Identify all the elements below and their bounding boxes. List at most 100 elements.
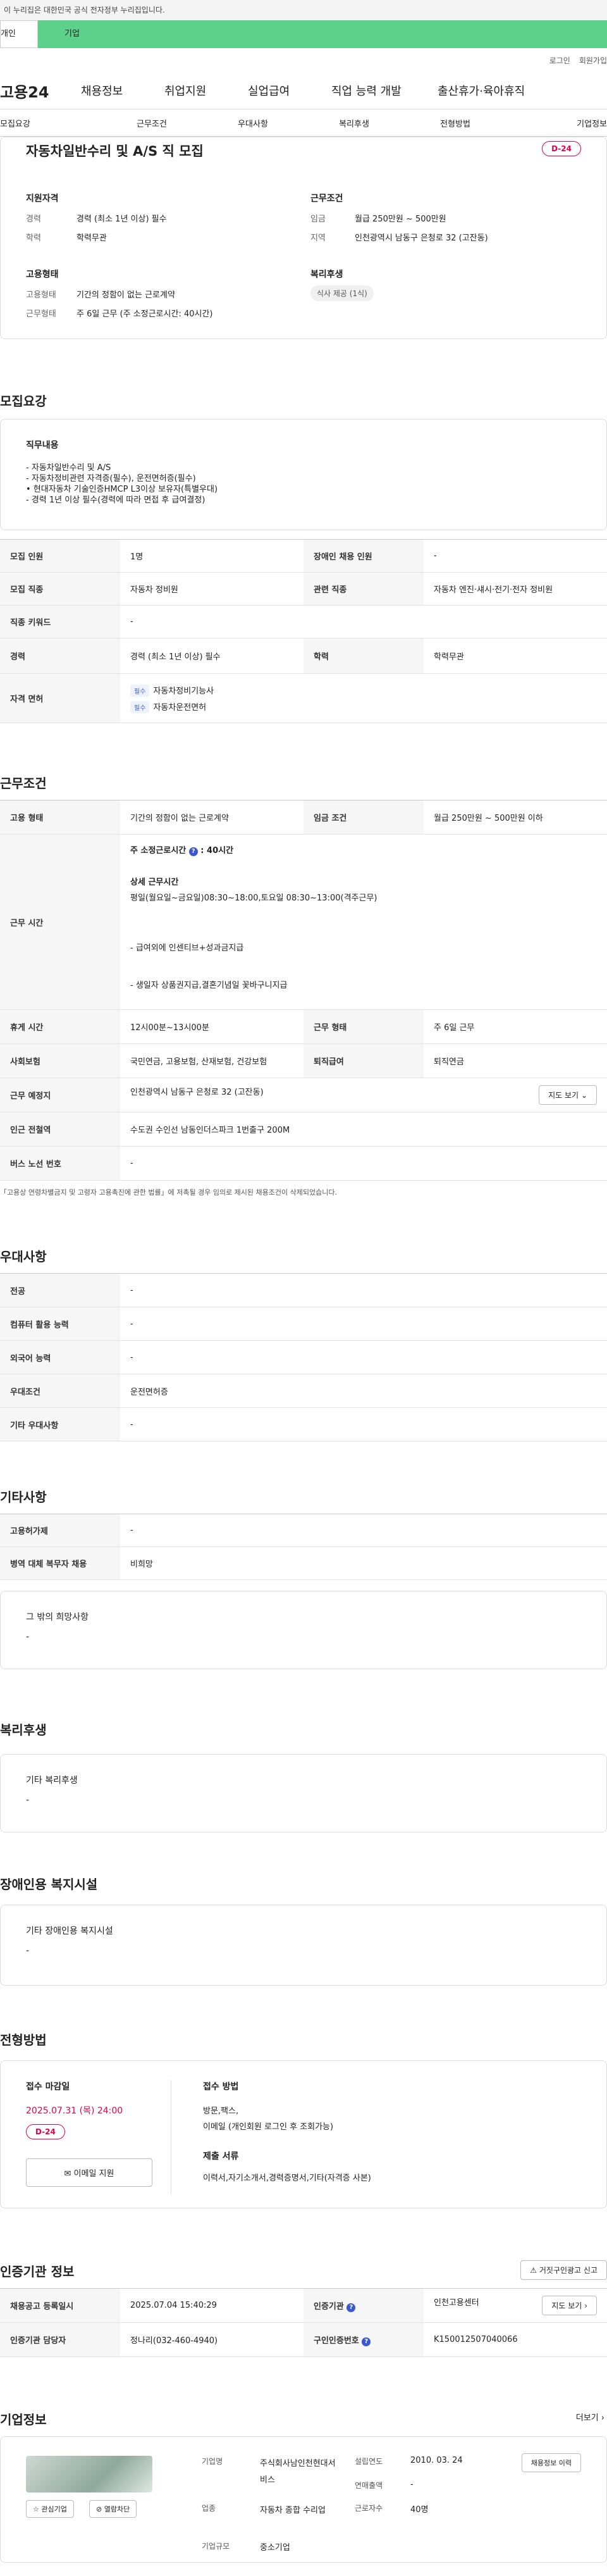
member-tabs: 개인 기업 (0, 20, 607, 48)
pcond-key: 우대조건 (0, 1374, 120, 1408)
ag-key: 인증기관 (314, 2301, 344, 2312)
recruit-title: 모집요강 (0, 394, 47, 409)
block-view-button[interactable]: ⊘ 열람차단 (89, 2500, 137, 2518)
reg-value: 2025.07.04 15:40:29 (120, 2288, 304, 2323)
required-chip: 필수 (130, 684, 150, 697)
docs-value: 이력서,자기소개서,경력증명서,기타(자격증 사본) (203, 2174, 371, 2183)
wage-val: 월급 250만원 ~ 500만원 이하 (424, 800, 607, 835)
career-key: 경력 (0, 638, 120, 674)
fav-company-button[interactable]: ☆ 관심기업 (26, 2500, 74, 2518)
license-item: 자동차운전면허 (153, 702, 207, 712)
ins-key: 사회보험 (0, 1043, 120, 1078)
petc-key: 기타 우대사항 (0, 1407, 120, 1441)
job-value: 자동차 정비원 (120, 572, 304, 606)
est-key: 설립연도 (355, 2457, 383, 2466)
method-line: 방문,팩스, (203, 2106, 239, 2116)
pref-title: 우대사항 (0, 1249, 47, 1264)
extra-line: - 급여외에 인센티브+성과금지급 (130, 943, 244, 953)
permit-key: 고용허가제 (0, 1514, 120, 1547)
wage-value: 월급 250만원 ~ 500만원 (355, 215, 446, 224)
kw-key: 직종 키워드 (0, 605, 120, 638)
emp-count-key: 근로자수 (355, 2504, 383, 2513)
tab-person[interactable]: 개인 (0, 20, 38, 48)
welfare-box: 기타 복리후생 - (0, 1754, 607, 1832)
tab-welfare[interactable]: 복리후생 (304, 117, 405, 129)
mil-value: 비희망 (120, 1546, 607, 1580)
gnb-jobs[interactable]: 채용정보 (81, 82, 164, 99)
apply-dday: D-24 (26, 2124, 65, 2139)
tab-preference[interactable]: 우대사항 (202, 117, 304, 129)
dis-value: - (424, 539, 607, 573)
wage-key: 임금 조건 (304, 800, 424, 835)
edu-label: 학력 (26, 233, 41, 243)
no-value: K150012507040066 (424, 2322, 607, 2357)
dis-key: 장애인 채용 인원 (304, 539, 424, 573)
tab-business[interactable]: 기업 (38, 20, 607, 48)
break-key: 휴게 시간 (0, 1009, 120, 1044)
join-link[interactable]: 회원가입 (579, 55, 607, 66)
agency-map-button[interactable]: 지도 보기 › (542, 2296, 597, 2315)
chevron-down-icon: ⌄ (580, 1091, 587, 1100)
kw-value: - (120, 605, 607, 638)
gnb-training[interactable]: 직업 능력 개발 (331, 82, 438, 99)
help-icon[interactable]: ? (346, 2303, 356, 2312)
petc-value: - (120, 1407, 607, 1441)
welfare-section-title: 복리후생 (0, 1722, 47, 1738)
hours-value: 40시간 (207, 846, 234, 856)
email-apply-button[interactable]: ✉ 이메일 지원 (26, 2158, 152, 2187)
cond-title: 근무조건 (310, 194, 343, 204)
work-table: 고용 형태 기간의 정함이 없는 근로계약 임금 조건 월급 250만원 ~ 500만… (0, 800, 607, 1181)
mgr-key: 인증기관 담당자 (0, 2322, 120, 2357)
worktype-label: 근무형태 (26, 309, 56, 319)
gnb-employment[interactable]: 취업지원 (164, 82, 248, 99)
lang-key: 외국어 능력 (0, 1340, 120, 1374)
deadline-value: 2025.07.31 (목) 24:00 (26, 2106, 123, 2116)
ret-value: 퇴직연금 (424, 1043, 607, 1078)
help-icon[interactable]: ? (362, 2337, 371, 2346)
tab-recruit[interactable]: 모집요강 (0, 117, 101, 129)
ind-key: 업종 (202, 2504, 216, 2513)
emp-title: 고용형태 (26, 270, 59, 280)
facility-value: - (26, 1946, 30, 1956)
company-image (26, 2456, 152, 2492)
map-button[interactable]: 지도 보기 ⌄ (539, 1085, 597, 1105)
tab-company[interactable]: 기업정보 (506, 117, 607, 129)
size-key: 기업규모 (202, 2542, 230, 2551)
tab-conditions[interactable]: 근무조건 (101, 117, 202, 129)
rel-value: 자동차 엔진·섀시·전기·전자 정비원 (424, 572, 607, 606)
reg-key: 채용공고 등록일시 (0, 2288, 120, 2323)
deadline-title: 접수 마감일 (26, 2082, 70, 2092)
hours-key: 근무 시간 (0, 834, 120, 1010)
chevron-right-icon: › (601, 2413, 604, 2423)
history-button[interactable]: 채용정보 이력 (521, 2453, 581, 2472)
help-icon[interactable]: ? (188, 847, 198, 856)
util-nav: 로그인 회원가입 (0, 48, 607, 72)
method-title: 접수 방법 (203, 2082, 239, 2092)
qual-title: 지원자격 (26, 194, 59, 204)
login-link[interactable]: 로그인 (549, 55, 570, 66)
region-value: 인천광역시 남동구 은청로 32 (고잔동) (355, 233, 488, 243)
hours-detail: 평일(월요일~금요일)08:30~18:00,토요일 08:30~13:00(격… (130, 893, 377, 903)
site-logo[interactable]: 고용24 (0, 80, 81, 102)
subway-key: 인근 전철역 (0, 1112, 120, 1147)
report-button[interactable]: ⚠ 거짓구인광고 신고 (520, 2260, 607, 2280)
duty-box: 직무내용 - 자동차일반수리 및 A/S - 자동차정비관련 자격증(필수), … (0, 419, 607, 530)
count-key: 모집 인원 (0, 539, 120, 573)
gnb-unemployment[interactable]: 실업급여 (248, 82, 331, 99)
rev-key: 연매출액 (355, 2481, 383, 2490)
mgr-value: 정나리(032-460-4940) (120, 2322, 304, 2357)
gnb-leave[interactable]: 출산휴가·육아휴직 (438, 82, 564, 99)
no-key: 구인인증번호 (314, 2336, 359, 2346)
major-key: 전공 (0, 1273, 120, 1307)
more-link[interactable]: 더보기 › (576, 2411, 604, 2423)
emp-key: 고용 형태 (0, 800, 120, 835)
tab-apply[interactable]: 전형방법 (405, 117, 506, 129)
duty-line: - 자동차일반수리 및 A/S (26, 463, 111, 473)
agency-table: 채용공고 등록일시 2025.07.04 15:40:29 인증기관 ? 인천고용센터… (0, 2288, 607, 2357)
recruit-table: 모집 인원 1명 장애인 채용 인원 - 모집 직종 자동차 정비원 관련 직종 자동차 엔… (0, 539, 607, 723)
est-value: 2010. 03. 24 (410, 2456, 463, 2465)
break-value: 12시00분~13시00분 (120, 1009, 304, 1044)
emp-count-value: 40명 (410, 2505, 429, 2515)
legal-note: 「고용상 연령차별금지 및 고령자 고용촉진에 관한 법률」에 저촉될 경우 임… (0, 1188, 337, 1197)
required-chip: 필수 (130, 700, 150, 713)
